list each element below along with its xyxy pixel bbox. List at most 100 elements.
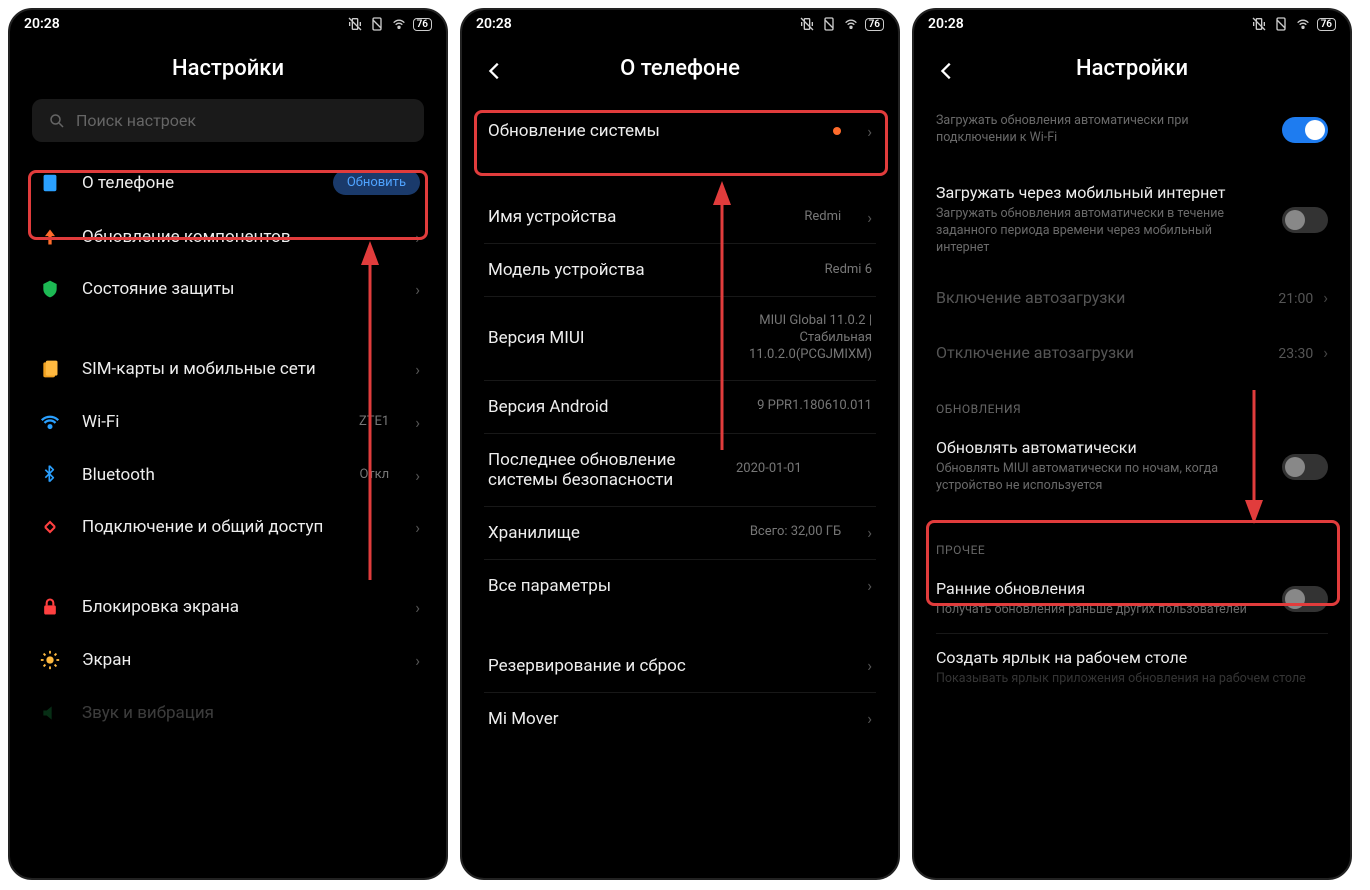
row-miui-version[interactable]: Версия MIUI MIUI Global 11.0.2 | Стабиль…: [462, 297, 898, 380]
toggle-switch[interactable]: [1282, 207, 1328, 233]
status-bar: 20:28 76: [10, 10, 446, 34]
row-label: Все параметры: [488, 576, 841, 596]
row-label: Звук и вибрация: [82, 703, 420, 723]
chevron-right-icon: ›: [867, 523, 872, 542]
update-badge[interactable]: Обновить: [333, 170, 420, 195]
row-lock-screen[interactable]: Блокировка экрана ›: [10, 581, 446, 633]
row-bluetooth[interactable]: Bluetooth Откл ›: [10, 449, 446, 501]
page-title: Настройки: [10, 34, 446, 99]
phone-screen-3: 20:28 76 Настройки Загружать обновления …: [912, 8, 1352, 880]
row-security-status[interactable]: Состояние защиты ›: [10, 263, 446, 315]
row-value: Всего: 32,00 ГБ: [750, 524, 841, 541]
row-label: Состояние защиты: [82, 279, 389, 299]
row-about-phone[interactable]: О телефоне Обновить: [10, 154, 446, 211]
row-display[interactable]: Экран ›: [10, 633, 446, 687]
row-system-update[interactable]: Обновление системы ›: [462, 99, 898, 163]
row-wifi[interactable]: Wi-Fi ZTE1 ›: [10, 395, 446, 449]
battery-indicator: 76: [413, 18, 432, 31]
row-autoload-on: Включение автозагрузки 21:00 ›: [914, 270, 1350, 325]
row-label: Версия MIUI: [488, 328, 674, 348]
chevron-right-icon: ›: [415, 413, 420, 432]
row-download-wifi[interactable]: Загружать обновления автоматически при п…: [914, 99, 1350, 161]
row-value: ZTE1: [359, 414, 389, 431]
row-label: О телефоне: [82, 173, 315, 193]
brightness-icon: [36, 649, 64, 671]
sim-icon: [36, 359, 64, 379]
row-sound-vibration[interactable]: Звук и вибрация: [10, 687, 446, 739]
no-sim-icon: [1273, 16, 1289, 32]
row-auto-update[interactable]: Обновлять автоматически Обновлять MIUI а…: [914, 424, 1350, 509]
row-early-updates[interactable]: Ранние обновления Получать обновления ра…: [914, 565, 1350, 633]
battery-indicator: 76: [1317, 18, 1336, 31]
wifi-icon: [843, 16, 859, 32]
vibrate-icon: [347, 16, 363, 32]
row-connection-sharing[interactable]: Подключение и общий доступ ›: [10, 501, 446, 553]
vibrate-icon: [799, 16, 815, 32]
row-label: Обновление системы: [488, 121, 815, 141]
about-phone-icon: [36, 172, 64, 194]
settings-list: О телефоне Обновить Обновление компонент…: [10, 154, 446, 739]
status-time: 20:28: [24, 16, 60, 32]
no-sim-icon: [821, 16, 837, 32]
row-title: Создать ярлык на рабочем столе: [936, 648, 1328, 667]
back-button[interactable]: [936, 60, 958, 88]
search-icon: [48, 112, 66, 130]
row-autoload-off: Отключение автозагрузки 23:30 ›: [914, 325, 1350, 380]
row-label: Блокировка экрана: [82, 597, 389, 617]
search-placeholder: Поиск настроек: [76, 111, 196, 130]
row-label: Отключение автозагрузки: [936, 343, 1134, 362]
row-value: 23:30: [1278, 346, 1313, 362]
row-device-model[interactable]: Модель устройства Redmi 6: [462, 244, 898, 296]
chevron-right-icon: ›: [867, 656, 872, 675]
row-label: Mi Mover: [488, 709, 841, 729]
row-label: Резервирование и сброс: [488, 656, 841, 676]
row-title: Ранние обновления: [936, 579, 1268, 598]
row-value: Откл: [359, 467, 389, 484]
chevron-right-icon: ›: [867, 122, 872, 141]
row-label: Имя устройства: [488, 207, 786, 227]
row-label: Версия Android: [488, 397, 739, 417]
status-time: 20:28: [476, 16, 512, 32]
chevron-right-icon: ›: [415, 360, 420, 379]
chevron-right-icon: ›: [415, 280, 420, 299]
row-desktop-shortcut[interactable]: Создать ярлык на рабочем столе Показыват…: [914, 634, 1350, 702]
row-download-mobile[interactable]: Загружать через мобильный интернет Загру…: [914, 161, 1350, 271]
toggle-switch[interactable]: [1282, 454, 1328, 480]
row-title: Обновлять автоматически: [936, 438, 1268, 457]
chevron-right-icon: ›: [867, 208, 872, 227]
row-backup-reset[interactable]: Резервирование и сброс ›: [462, 640, 898, 692]
row-subtitle: Обновлять MIUI автоматически по ночам, к…: [936, 461, 1268, 495]
row-label: Обновление компонентов: [82, 227, 389, 247]
row-subtitle: Загружать обновления автоматически в теч…: [936, 206, 1268, 257]
vibrate-icon: [1251, 16, 1267, 32]
notification-dot: [833, 127, 841, 135]
page-title: О телефоне: [462, 34, 898, 99]
row-mi-mover[interactable]: Mi Mover ›: [462, 693, 898, 745]
row-android-version[interactable]: Версия Android 9 PPR1.180610.011: [462, 381, 898, 433]
row-device-name[interactable]: Имя устройства Redmi ›: [462, 191, 898, 243]
back-button[interactable]: [484, 60, 506, 88]
search-input[interactable]: Поиск настроек: [32, 99, 424, 142]
toggle-switch[interactable]: [1282, 117, 1328, 143]
about-list: Обновление системы › Имя устройства Redm…: [462, 99, 898, 745]
row-all-specs[interactable]: Все параметры ›: [462, 560, 898, 612]
status-icons: 76: [1251, 16, 1336, 32]
page-title: Настройки: [914, 34, 1350, 99]
bluetooth-icon: [36, 465, 64, 485]
shield-icon: [36, 279, 64, 299]
wifi-icon: [391, 16, 407, 32]
row-component-updates[interactable]: Обновление компонентов ›: [10, 211, 446, 263]
lock-icon: [36, 597, 64, 617]
toggle-switch[interactable]: [1282, 586, 1328, 612]
phone-screen-1: 20:28 76 Настройки Поиск настроек О теле…: [8, 8, 448, 880]
wifi-icon: [1295, 16, 1311, 32]
row-label: Экран: [82, 650, 389, 670]
row-sim-cards[interactable]: SIM-карты и мобильные сети ›: [10, 343, 446, 395]
chevron-right-icon: ›: [415, 518, 420, 537]
row-storage[interactable]: Хранилище Всего: 32,00 ГБ ›: [462, 507, 898, 559]
row-label: Последнее обновление системы безопасност…: [488, 450, 718, 490]
phone-screen-2: 20:28 76 О телефоне Обновление системы ›…: [460, 8, 900, 880]
row-security-patch[interactable]: Последнее обновление системы безопасност…: [462, 434, 898, 506]
row-label: Подключение и общий доступ: [82, 517, 389, 537]
row-label: Модель устройства: [488, 260, 807, 280]
